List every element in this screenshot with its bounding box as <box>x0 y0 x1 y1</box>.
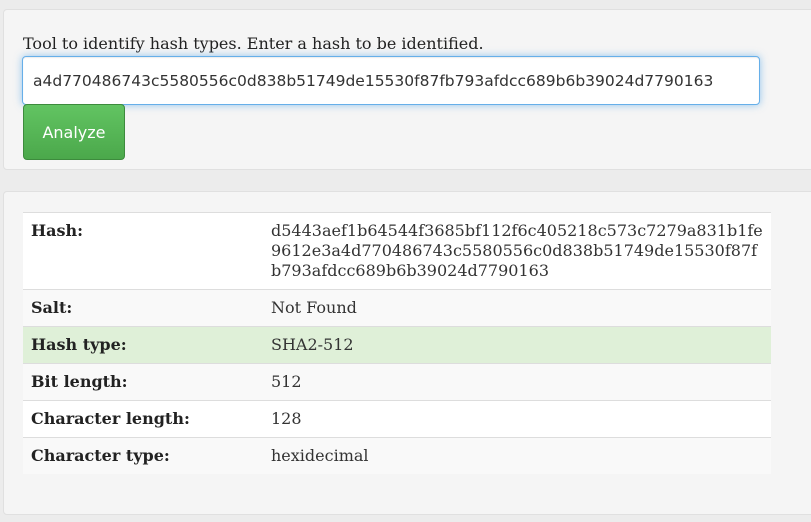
character-type-value: hexidecimal <box>263 437 771 474</box>
hash-label: Hash: <box>23 212 263 290</box>
table-row-character-length: Character length: 128 <box>23 400 771 438</box>
table-row-character-type: Character type: hexidecimal <box>23 437 771 474</box>
hash-type-value: SHA2-512 <box>263 326 771 364</box>
salt-label: Salt: <box>23 289 263 327</box>
table-row-salt: Salt: Not Found <box>23 289 771 327</box>
hash-form-panel: Tool to identify hash types. Enter a has… <box>3 9 811 170</box>
character-length-value: 128 <box>263 400 771 438</box>
hash-value: d5443aef1b64544f3685bf112f6c405218c573c7… <box>263 212 771 290</box>
bit-length-label: Bit length: <box>23 363 263 401</box>
salt-value: Not Found <box>263 289 771 327</box>
bit-length-value: 512 <box>263 363 771 401</box>
analyze-button[interactable]: Analyze <box>23 104 125 160</box>
character-length-label: Character length: <box>23 400 263 438</box>
results-panel: Hash: d5443aef1b64544f3685bf112f6c405218… <box>3 191 811 515</box>
table-row-bit-length: Bit length: 512 <box>23 363 771 401</box>
character-type-label: Character type: <box>23 437 263 474</box>
hash-type-label: Hash type: <box>23 326 263 364</box>
results-table: Hash: d5443aef1b64544f3685bf112f6c405218… <box>23 212 771 474</box>
intro-text: Tool to identify hash types. Enter a has… <box>23 34 484 53</box>
table-row-hash: Hash: d5443aef1b64544f3685bf112f6c405218… <box>23 212 771 290</box>
table-row-hash-type: Hash type: SHA2-512 <box>23 326 771 364</box>
hash-input[interactable] <box>22 56 760 105</box>
